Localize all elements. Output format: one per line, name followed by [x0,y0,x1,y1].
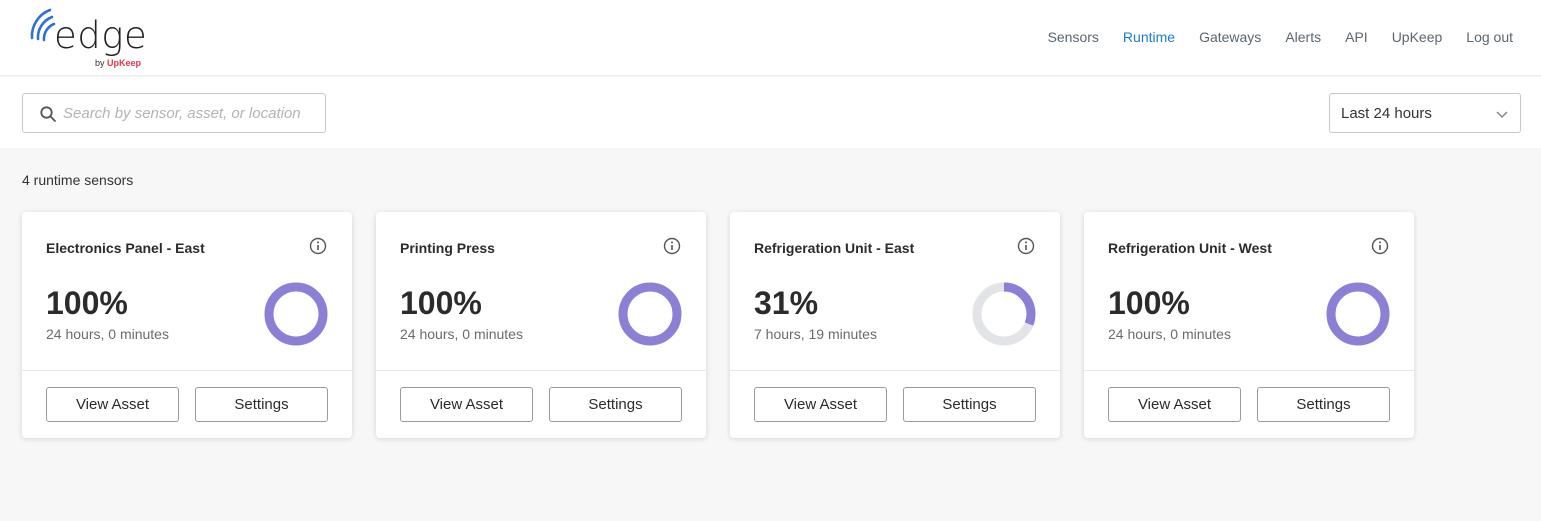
search-input[interactable] [63,94,319,132]
view-asset-button[interactable]: View Asset [754,387,887,422]
logo-by-text: by [95,58,105,68]
logo-byline: by UpKeep [95,58,141,68]
logo-by-brand: UpKeep [107,58,142,68]
runtime-donut-chart [972,282,1036,346]
filter-toolbar: Last 24 hours [0,77,1541,148]
view-asset-button[interactable]: View Asset [46,387,179,422]
view-asset-button[interactable]: View Asset [400,387,533,422]
runtime-percent: 31% [754,285,819,321]
time-range-select[interactable]: Last 24 hours [1329,93,1521,133]
sensor-card-list: Electronics Panel - East 100% 24 hours, … [22,212,1414,438]
chevron-down-icon [1496,111,1508,119]
card-title: Refrigeration Unit - East [754,240,915,256]
search-box[interactable] [22,93,326,133]
donut-runtime-arc [618,282,682,346]
search-icon [40,106,56,122]
runtime-donut-chart [618,282,682,346]
sensor-card: Refrigeration Unit - East 31% 7 hours, 1… [730,212,1060,438]
card-divider [1084,370,1414,371]
runtime-percent: 100% [1108,285,1190,321]
sensor-count: 4 runtime sensors [22,172,134,188]
donut-runtime-arc [264,282,328,346]
settings-button[interactable]: Settings [549,387,682,422]
card-divider [730,370,1060,371]
sensor-card: Refrigeration Unit - West 100% 24 hours,… [1084,212,1414,438]
time-range-value: Last 24 hours [1341,105,1432,122]
main-nav: Sensors Runtime Gateways Alerts API UpKe… [1048,28,1513,46]
info-icon[interactable] [309,237,327,255]
card-title: Electronics Panel - East [46,240,205,256]
info-icon[interactable] [663,237,681,255]
runtime-duration: 24 hours, 0 minutes [46,326,169,342]
view-asset-button[interactable]: View Asset [1108,387,1241,422]
edge-logo[interactable]: edge by UpKeep [28,4,158,72]
nav-item-alerts[interactable]: Alerts [1285,28,1321,46]
nav-item-runtime[interactable]: Runtime [1123,28,1175,46]
donut-runtime-arc [1326,282,1390,346]
runtime-percent: 100% [46,285,128,321]
info-icon[interactable] [1371,237,1389,255]
nav-item-gateways[interactable]: Gateways [1199,28,1261,46]
nav-item-upkeep[interactable]: UpKeep [1392,28,1443,46]
card-divider [22,370,352,371]
nav-item-sensors[interactable]: Sensors [1048,28,1099,46]
nav-item-api[interactable]: API [1345,28,1368,46]
logo-wordmark: edge [54,14,148,57]
sensor-card: Electronics Panel - East 100% 24 hours, … [22,212,352,438]
nav-item-logout[interactable]: Log out [1466,28,1513,46]
card-title: Refrigeration Unit - West [1108,240,1272,256]
top-header: edge by UpKeep Sensors Runtime Gateways … [0,0,1541,76]
runtime-duration: 24 hours, 0 minutes [400,326,523,342]
runtime-donut-chart [264,282,328,346]
settings-button[interactable]: Settings [1257,387,1390,422]
runtime-duration: 24 hours, 0 minutes [1108,326,1231,342]
info-icon[interactable] [1017,237,1035,255]
card-title: Printing Press [400,240,495,256]
settings-button[interactable]: Settings [195,387,328,422]
runtime-duration: 7 hours, 19 minutes [754,326,877,342]
runtime-percent: 100% [400,285,482,321]
sensor-card: Printing Press 100% 24 hours, 0 minutes … [376,212,706,438]
settings-button[interactable]: Settings [903,387,1036,422]
runtime-donut-chart [1326,282,1390,346]
card-divider [376,370,706,371]
